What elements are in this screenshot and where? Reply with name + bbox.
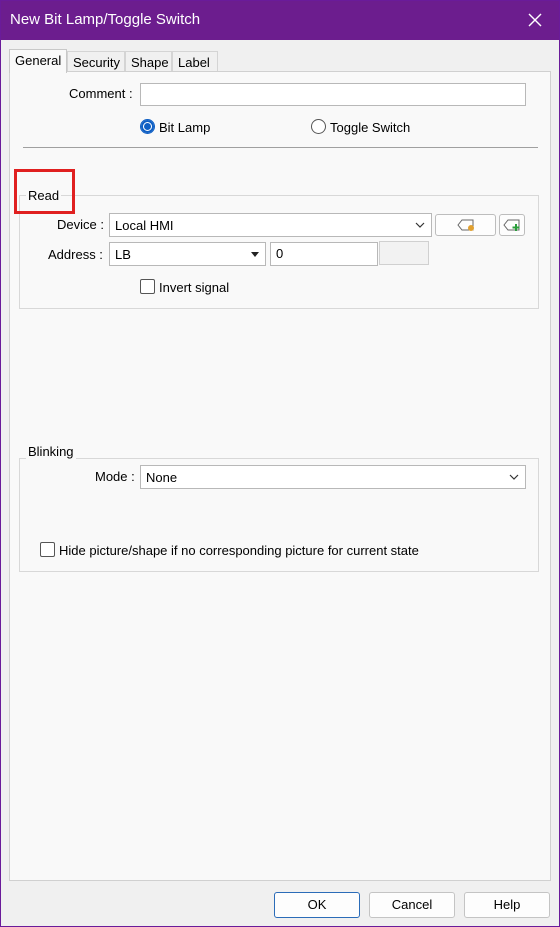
close-button[interactable] <box>519 5 551 35</box>
chevron-down-icon <box>509 474 519 480</box>
separator <box>23 147 538 148</box>
read-highlight-box <box>14 169 75 214</box>
comment-input[interactable] <box>140 83 526 106</box>
address-type-select[interactable]: LB <box>109 242 266 266</box>
device-settings-button[interactable] <box>435 214 496 236</box>
blink-mode-select[interactable]: None <box>140 465 526 489</box>
hide-picture-checkbox[interactable] <box>40 542 55 557</box>
invert-signal-checkbox[interactable] <box>140 279 155 294</box>
bit-lamp-radio[interactable] <box>140 119 155 134</box>
tab-shape[interactable]: Shape <box>125 51 172 72</box>
cancel-button[interactable]: Cancel <box>369 892 455 918</box>
invert-signal-label[interactable]: Invert signal <box>159 280 229 295</box>
title-bar[interactable]: New Bit Lamp/Toggle Switch <box>1 1 559 40</box>
window-title: New Bit Lamp/Toggle Switch <box>10 11 201 28</box>
device-select[interactable]: Local HMI <box>109 213 432 237</box>
address-label: Address : <box>48 247 103 262</box>
close-icon <box>528 13 542 27</box>
blinking-group-title: Blinking <box>26 444 76 459</box>
dialog-window: New Bit Lamp/Toggle Switch General Secur… <box>0 0 560 927</box>
toggle-switch-radio[interactable] <box>311 119 326 134</box>
tab-label[interactable]: Label <box>172 51 218 72</box>
tag-settings-icon <box>456 219 474 231</box>
address-input[interactable]: 0 <box>270 242 378 266</box>
address-extra-field <box>379 241 429 265</box>
chevron-down-icon <box>415 222 425 228</box>
comment-label: Comment : <box>69 86 133 101</box>
dropdown-arrow-icon <box>251 252 259 257</box>
tag-add-icon <box>503 219 520 231</box>
tab-general[interactable]: General <box>9 49 67 73</box>
bit-lamp-label[interactable]: Bit Lamp <box>159 120 210 135</box>
help-button[interactable]: Help <box>464 892 550 918</box>
device-label: Device : <box>57 217 104 232</box>
add-device-button[interactable] <box>499 214 525 236</box>
blink-mode-label: Mode : <box>95 469 135 484</box>
tab-security[interactable]: Security <box>67 51 125 72</box>
toggle-switch-label[interactable]: Toggle Switch <box>330 120 410 135</box>
hide-picture-label[interactable]: Hide picture/shape if no corresponding p… <box>59 543 419 558</box>
ok-button[interactable]: OK <box>274 892 360 918</box>
